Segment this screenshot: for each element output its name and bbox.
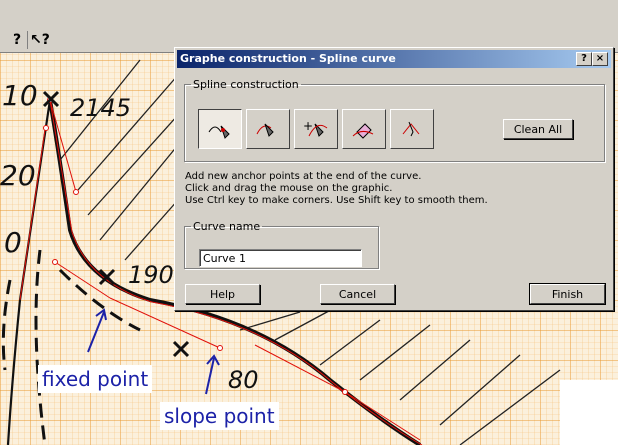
move-anchor-icon	[402, 121, 420, 137]
pen-insert-icon	[256, 123, 274, 137]
spline-curve-dialog: Graphe construction - Spline curve ? × S…	[174, 47, 614, 311]
spline-construction-legend: Spline construction	[193, 78, 299, 91]
toolbar-separator	[27, 31, 28, 49]
insert-anchor-tool-button[interactable]	[246, 109, 290, 149]
spline-construction-group: Spline construction + Clean All	[184, 78, 605, 162]
label-10: 10	[2, 79, 38, 112]
finish-button[interactable]: Finish	[529, 283, 606, 305]
label-190: 190	[128, 261, 174, 289]
fixed-point-annotation: fixed point	[38, 365, 153, 393]
whats-this-pointer-icon[interactable]: ↖?	[30, 31, 50, 49]
slope-point-annotation: slope point	[160, 402, 279, 430]
menu-bar	[0, 0, 618, 29]
pen-plus-icon: +	[303, 119, 328, 137]
erase-tool-button[interactable]	[342, 109, 386, 149]
curve-name-legend: Curve name	[193, 220, 261, 233]
instruction-line-3: Use Ctrl key to make corners. Use Shift …	[185, 195, 488, 206]
dialog-title: Graphe construction - Spline curve	[180, 52, 396, 65]
help-button[interactable]: Help	[185, 284, 260, 304]
curve-name-input[interactable]: Curve 1	[199, 249, 362, 267]
move-anchor-tool-button[interactable]	[390, 109, 434, 149]
close-button[interactable]: ×	[592, 52, 608, 66]
instruction-line-2: Click and drag the mouse on the graphic.	[185, 183, 393, 194]
clean-all-button[interactable]: Clean All	[503, 119, 573, 139]
instructions: Add new anchor points at the end of the …	[185, 171, 488, 207]
question-mark-icon[interactable]: ?	[8, 31, 26, 49]
add-anchor-plus-tool-button[interactable]: +	[294, 109, 338, 149]
label-2145: 2145	[70, 94, 131, 122]
add-anchor-end-tool-button[interactable]	[198, 109, 242, 149]
pen-curve-icon	[208, 125, 230, 139]
label-0: 0	[4, 226, 22, 259]
cancel-button[interactable]: Cancel	[320, 284, 395, 304]
instruction-line-1: Add new anchor points at the end of the …	[185, 171, 422, 182]
label-80: 80	[228, 366, 259, 394]
curve-name-group: Curve name Curve 1	[184, 220, 379, 269]
label-20: 20	[0, 159, 36, 192]
dialog-titlebar[interactable]: Graphe construction - Spline curve ? ×	[177, 50, 611, 68]
context-help-button[interactable]: ?	[576, 52, 592, 66]
eraser-icon	[352, 123, 374, 139]
